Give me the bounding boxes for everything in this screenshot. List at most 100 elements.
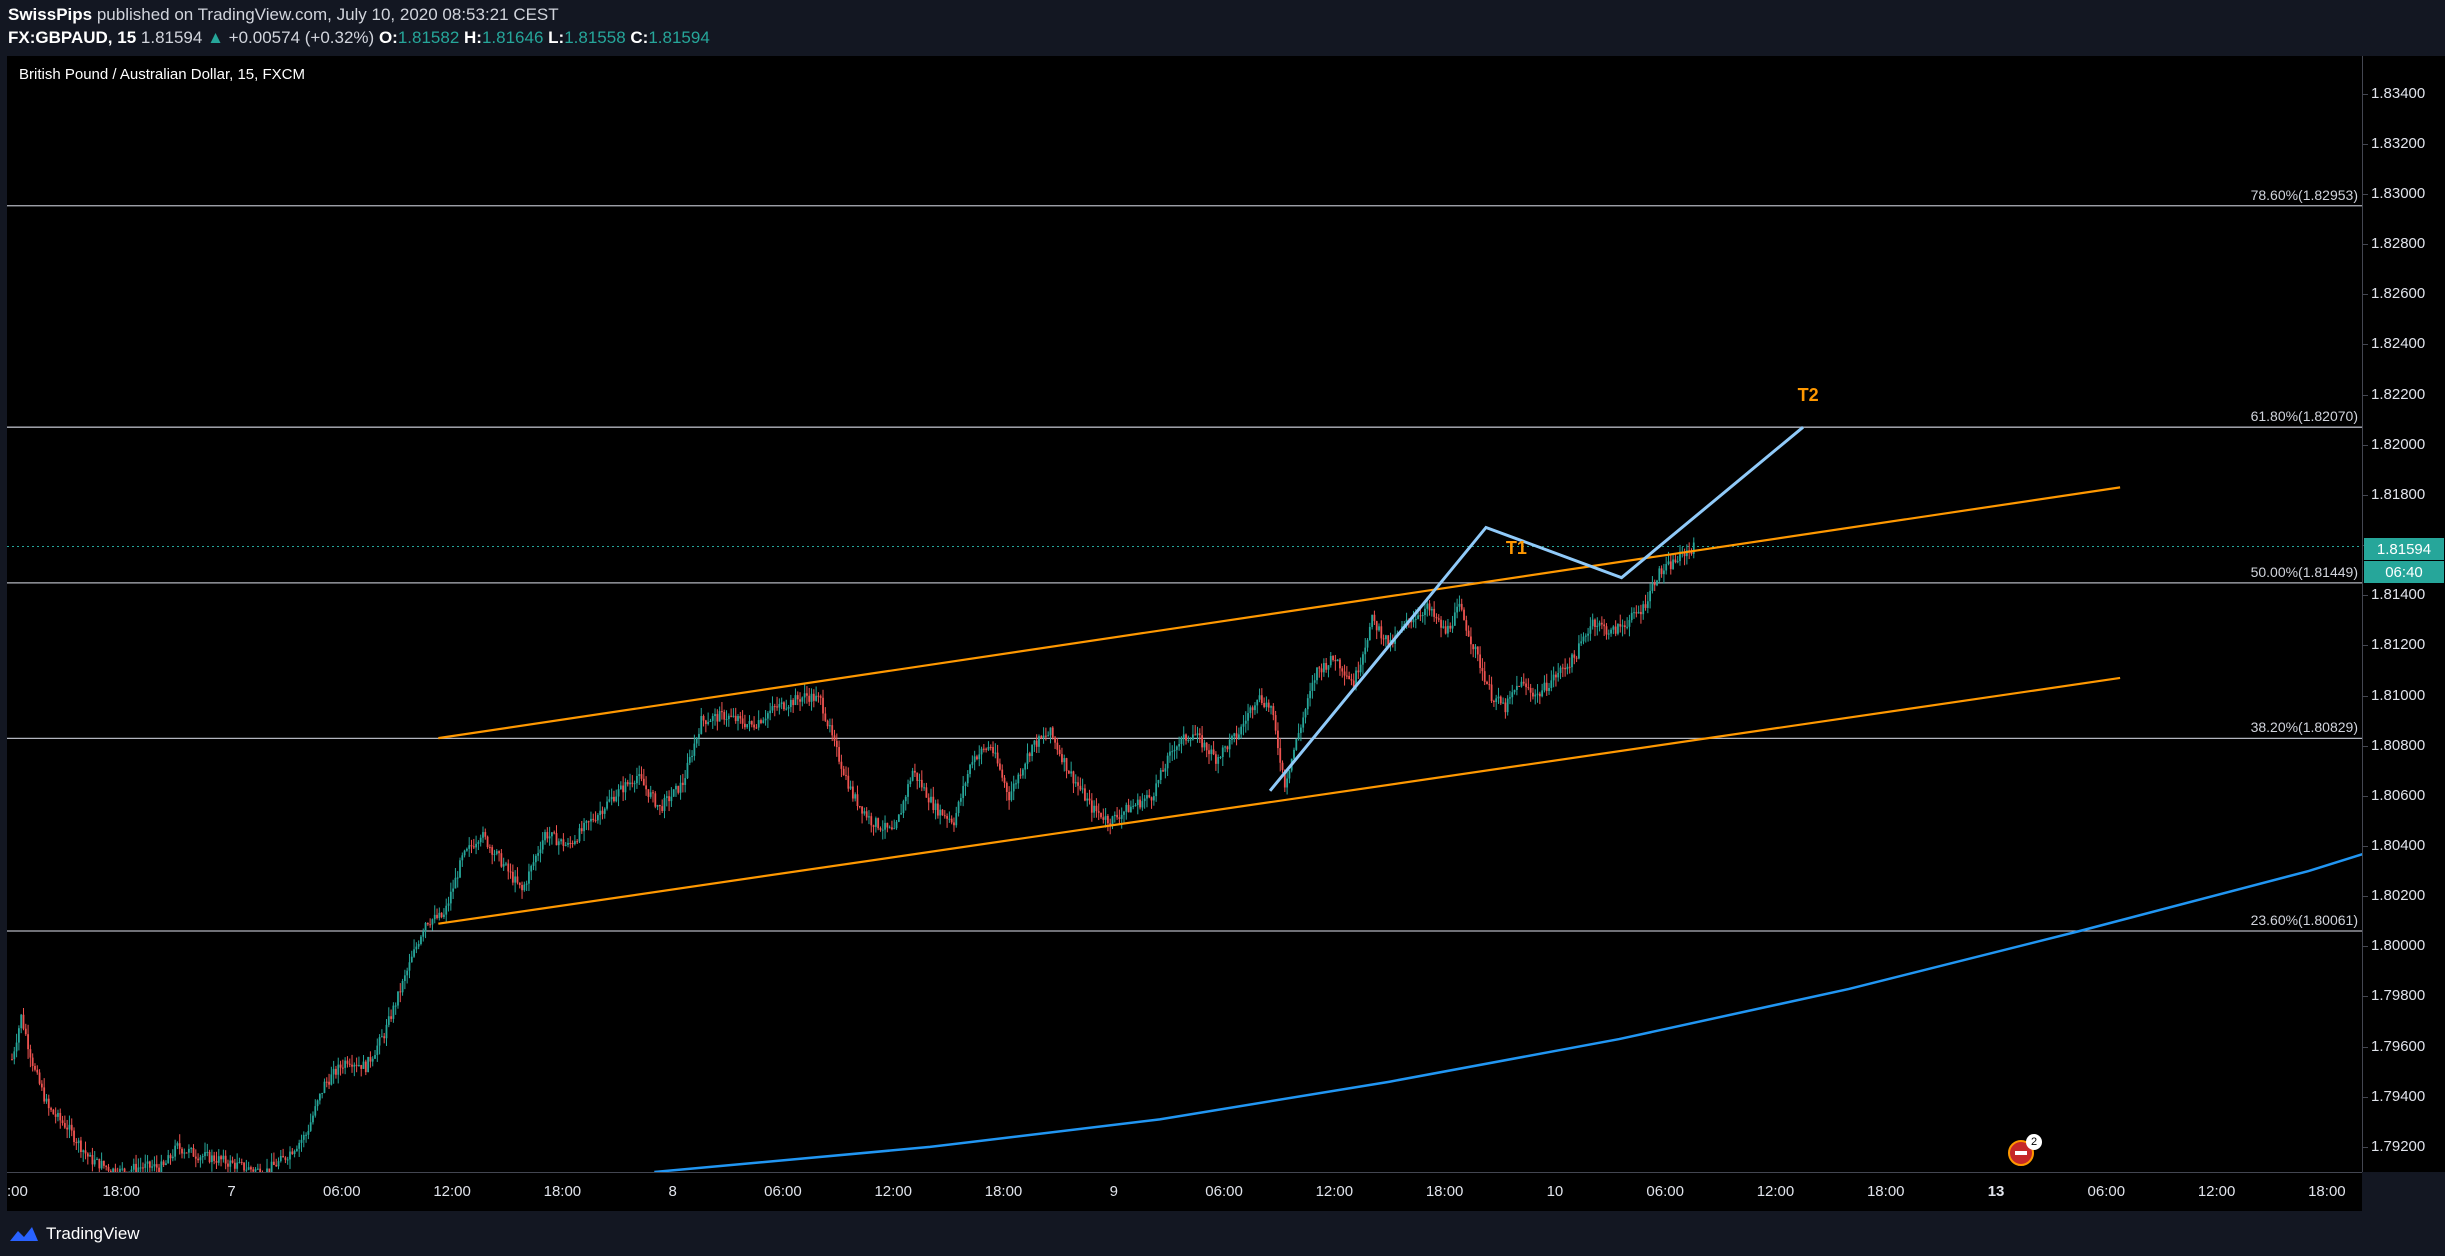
time-tick-label: 12:00 bbox=[874, 1183, 912, 1200]
candle-body bbox=[1424, 608, 1426, 615]
candle-body bbox=[1242, 723, 1245, 727]
candle-body bbox=[1612, 626, 1615, 630]
candle-body bbox=[1509, 697, 1511, 699]
candle-body bbox=[75, 1142, 78, 1144]
candle-body bbox=[840, 761, 843, 769]
candle-body bbox=[82, 1150, 85, 1152]
candle-body bbox=[1561, 667, 1564, 669]
candle-body bbox=[1231, 736, 1233, 740]
candle-body bbox=[881, 829, 884, 831]
close-label: C: bbox=[630, 28, 649, 47]
candle-body bbox=[1421, 614, 1424, 616]
candle-body bbox=[1649, 590, 1652, 602]
time-tick-label: 18:00 bbox=[102, 1183, 141, 1200]
price-tick-mark bbox=[2363, 444, 2368, 446]
candle-body bbox=[1534, 694, 1537, 697]
candle-body bbox=[1525, 683, 1527, 688]
candle-body bbox=[346, 1060, 349, 1064]
candle-body bbox=[1150, 797, 1153, 801]
fib-level-label: 23.60%(1.80061) bbox=[2250, 911, 2358, 928]
candle-body bbox=[206, 1151, 209, 1153]
candle-body bbox=[344, 1060, 347, 1068]
candle-body bbox=[238, 1162, 241, 1164]
candle-body bbox=[461, 855, 464, 861]
candle-body bbox=[199, 1157, 202, 1161]
price-axis[interactable]: 1.83400 1.83200 1.83000 1.82800 1.82600 1.824… bbox=[2362, 56, 2445, 1172]
time-tick-label: 18:00 bbox=[2308, 1183, 2346, 1200]
chart-pane[interactable]: British Pound / Australian Dollar, 15, F… bbox=[7, 56, 2362, 1172]
time-axis[interactable]: :00 18:00 7 06:00 12:00 18:00 8 06:00 12:00 18:00… bbox=[7, 1172, 2362, 1211]
candle-body bbox=[1141, 801, 1144, 808]
candle-body bbox=[1456, 606, 1459, 613]
candle-body bbox=[1513, 689, 1516, 693]
candle-body bbox=[1334, 659, 1337, 662]
tradingview-cloud-icon bbox=[10, 1227, 38, 1241]
candle-body bbox=[100, 1160, 103, 1169]
candle-body bbox=[907, 784, 909, 797]
candle-body bbox=[1486, 681, 1488, 685]
candle-body bbox=[842, 768, 845, 776]
candle-body bbox=[1497, 696, 1500, 699]
candle-body bbox=[57, 1112, 59, 1117]
candle-body bbox=[1003, 777, 1006, 783]
candle-body bbox=[1596, 625, 1599, 627]
candle-body bbox=[371, 1058, 374, 1062]
candle-body bbox=[1320, 668, 1323, 673]
candle-body bbox=[233, 1162, 236, 1169]
candle-body bbox=[599, 810, 602, 816]
candle-body bbox=[1005, 782, 1008, 793]
candle-body bbox=[573, 841, 576, 844]
current-price-tag: 1.81594 bbox=[2364, 538, 2444, 560]
tradingview-logo[interactable]: TradingView bbox=[8, 1224, 140, 1244]
candle-body bbox=[86, 1153, 89, 1157]
candle-body bbox=[298, 1142, 301, 1149]
candle-body bbox=[323, 1081, 326, 1093]
candle-body bbox=[861, 806, 863, 814]
time-tick-label: 06:00 bbox=[1205, 1183, 1243, 1200]
candle-body bbox=[1077, 782, 1079, 786]
candle-body bbox=[1226, 746, 1229, 750]
candle-body bbox=[617, 789, 620, 797]
candle-body bbox=[1488, 684, 1491, 686]
economic-event-marker[interactable]: 2 bbox=[2008, 1134, 2043, 1166]
candle-body bbox=[22, 1014, 25, 1029]
candle-body bbox=[1097, 811, 1100, 813]
candle-body bbox=[1051, 727, 1054, 738]
event-count-badge: 2 bbox=[2026, 1134, 2043, 1150]
candle-body bbox=[686, 762, 689, 779]
candle-body bbox=[54, 1114, 57, 1117]
candle-body bbox=[1658, 568, 1661, 581]
price-tick-label: 1.80400 bbox=[2371, 836, 2426, 854]
candle-body bbox=[1022, 769, 1024, 776]
candle-body bbox=[509, 871, 512, 873]
candle-body bbox=[1093, 805, 1096, 813]
candle-body bbox=[337, 1064, 340, 1075]
chart-canvas[interactable] bbox=[7, 56, 2362, 1172]
author-name[interactable]: SwissPips bbox=[8, 5, 92, 24]
candle-body bbox=[1573, 654, 1576, 658]
candle-body bbox=[670, 796, 673, 802]
candle-body bbox=[675, 785, 677, 790]
candle-body bbox=[1104, 815, 1107, 820]
candle-body bbox=[969, 764, 971, 774]
candle-body bbox=[1644, 604, 1647, 608]
candle-body bbox=[1309, 690, 1311, 699]
candle-body bbox=[1113, 814, 1116, 817]
candle-body bbox=[1656, 580, 1658, 586]
candle-body bbox=[884, 822, 886, 830]
candle-body bbox=[1458, 603, 1461, 607]
candle-body bbox=[380, 1036, 383, 1038]
candle-body bbox=[948, 818, 951, 820]
candle-body bbox=[445, 905, 448, 915]
candle-body bbox=[1061, 754, 1063, 763]
candle-body bbox=[1221, 747, 1224, 757]
candle-body bbox=[744, 723, 746, 728]
candle-body bbox=[757, 720, 760, 728]
candle-body bbox=[1362, 654, 1364, 665]
candle-body bbox=[957, 801, 960, 814]
candle-body bbox=[778, 703, 781, 708]
price-tick-label: 1.83000 bbox=[2371, 184, 2426, 202]
candle-body bbox=[397, 991, 399, 1006]
candle-body bbox=[222, 1155, 225, 1160]
candle-body bbox=[1433, 608, 1436, 617]
